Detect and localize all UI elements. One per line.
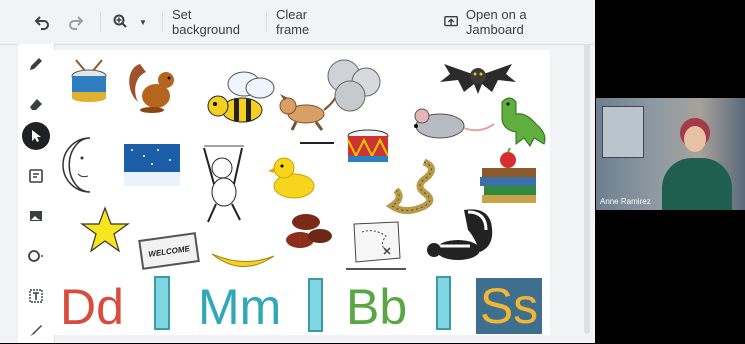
redo-button[interactable] — [64, 10, 88, 34]
letter-b: Bb — [346, 279, 408, 335]
star-image[interactable] — [80, 206, 130, 254]
redo-icon — [69, 16, 84, 30]
bee-image[interactable] — [202, 68, 282, 128]
eraser-tool-button[interactable] — [22, 90, 50, 118]
banana-image[interactable] — [208, 242, 278, 278]
blank-box[interactable] — [308, 278, 323, 332]
welcome-mat-text: WELCOME — [147, 243, 191, 259]
blank-box[interactable] — [436, 276, 451, 330]
divider-line — [346, 268, 406, 270]
toolbar-divider — [162, 12, 163, 32]
zoom-icon — [113, 14, 127, 28]
letter-m: Mm — [198, 279, 282, 335]
image-tool-button[interactable] — [22, 202, 50, 230]
mouse-image[interactable] — [406, 104, 496, 144]
shape-tool-button[interactable] — [22, 242, 50, 270]
beans-image[interactable] — [282, 212, 338, 252]
text-box-tool-button[interactable] — [22, 282, 50, 310]
sticky-note-icon — [29, 169, 43, 183]
letter-s: Ss — [479, 278, 539, 334]
books-apple-image[interactable] — [478, 148, 540, 206]
laser-tool-button[interactable] — [22, 316, 50, 344]
participant-shirt — [662, 158, 732, 210]
coins-image[interactable] — [316, 58, 390, 114]
text-box-icon — [29, 289, 43, 303]
zoom-button[interactable]: ▼ — [110, 10, 150, 34]
participant-face — [684, 126, 706, 152]
letter-s-tile: Ss — [476, 278, 542, 334]
chevron-down-icon: ▼ — [139, 17, 147, 27]
open-jamboard-label: Open on a Jamboard — [465, 7, 527, 37]
wall-poster — [602, 106, 644, 158]
set-background-button[interactable]: Set background — [172, 7, 258, 37]
moon-image[interactable] — [60, 136, 112, 194]
clear-frame-button[interactable]: Clear frame — [276, 7, 340, 37]
jamboard-app: ▼ Set background Clear frame Open on a J… — [0, 0, 595, 343]
open-external-icon — [444, 15, 458, 27]
monkey-image[interactable] — [194, 144, 254, 226]
jam-canvas[interactable]: WELCOME Dd Mm Bb Ss — [54, 50, 550, 335]
image-icon — [30, 211, 42, 221]
rubber-duck-image[interactable] — [268, 154, 316, 200]
participant-video-tile[interactable]: Anne Ramirez — [596, 98, 745, 210]
squirrel-image[interactable] — [122, 56, 182, 116]
eraser-icon — [30, 99, 42, 110]
cursor-icon — [32, 130, 41, 142]
tool-sidebar — [18, 44, 55, 343]
blank-box[interactable] — [154, 276, 170, 330]
letter-d: Dd — [60, 279, 124, 335]
undo-button[interactable] — [30, 10, 54, 34]
circle-icon — [28, 250, 43, 262]
laser-icon — [30, 325, 42, 336]
dinosaur-image[interactable] — [494, 94, 550, 148]
welcome-mat-image[interactable]: WELCOME — [138, 232, 200, 270]
canvas-scrollbar[interactable] — [584, 44, 590, 334]
pen-tool-button[interactable] — [22, 50, 50, 78]
letter-d-text: Dd — [60, 282, 124, 332]
drumstick-image[interactable] — [300, 142, 334, 144]
toolbar: ▼ Set background Clear frame Open on a J… — [0, 0, 595, 45]
skunk-image[interactable] — [424, 206, 496, 268]
participant-name: Anne Ramirez — [600, 197, 651, 206]
letter-b-text: Bb — [346, 282, 407, 332]
letter-m-text: Mm — [198, 282, 281, 332]
pen-icon — [30, 58, 42, 70]
sticky-note-tool-button[interactable] — [22, 162, 50, 190]
drum-image[interactable] — [66, 58, 112, 104]
toolbar-divider — [100, 12, 101, 32]
undo-icon — [34, 16, 49, 30]
select-tool-button[interactable] — [22, 122, 50, 150]
toolbar-divider — [266, 12, 267, 32]
treasure-map-image[interactable] — [348, 218, 404, 266]
snow-scene-image[interactable] — [124, 144, 180, 186]
open-jamboard-button[interactable]: Open on a Jamboard — [444, 7, 574, 37]
